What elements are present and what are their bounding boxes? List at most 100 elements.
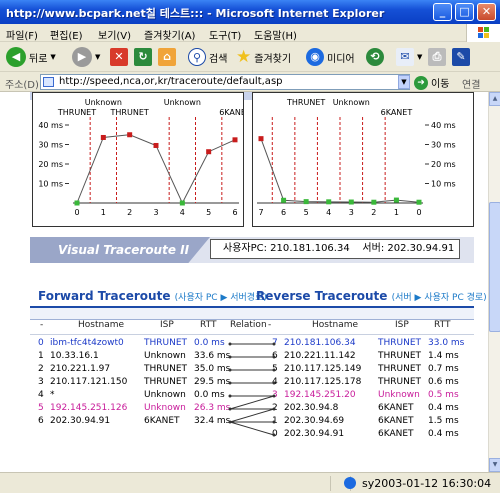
ip-info-box: 사용자PC: 210.181.106.34 서버: 202.30.94.91: [210, 239, 460, 259]
relation-link: [229, 395, 275, 410]
search-button[interactable]: ⚲ 검색: [188, 47, 227, 67]
minimize-button[interactable]: _: [433, 3, 452, 21]
relation-node: [272, 420, 276, 424]
page-content: 40 ms 30 ms 20 ms 10 ms 0 1 2 3 4 5 6 THRUNET Unknow…: [0, 92, 488, 472]
address-input[interactable]: http://speed,nca,or,kr/traceroute/defaul…: [40, 74, 410, 90]
relation-node: [228, 342, 232, 346]
fwd-hop-label: Unknown: [164, 98, 201, 107]
menu-file[interactable]: 파일(F): [6, 27, 38, 42]
rev-cell-isp: THRUNET: [378, 377, 422, 387]
rev-cell-rtt: 0.4 ms: [428, 403, 459, 413]
go-button[interactable]: ➜ 이동: [414, 75, 449, 90]
search-label: 검색: [209, 53, 228, 65]
rev-cell-host: 202.30.94.91: [284, 429, 345, 439]
rev-xtick-label: 6: [281, 208, 286, 217]
relation-connectors: [228, 342, 276, 437]
rev-cell-host: 210.181.106.34: [284, 338, 356, 348]
back-button[interactable]: ◀ 뒤로 ▼: [6, 47, 56, 67]
forward-title: Forward Traceroute (사용자 PC ▶ 서버경로): [38, 289, 267, 303]
rev-cell-rtt: 33.0 ms: [428, 338, 465, 348]
scroll-up-icon[interactable]: ▲: [489, 92, 500, 106]
vertical-scrollbar[interactable]: ▲ ▼: [488, 92, 500, 472]
rev-xtick-label: 4: [326, 208, 331, 217]
links-label[interactable]: 연결: [462, 76, 480, 91]
refresh-icon: ↻: [134, 48, 152, 66]
rev-data-point: [393, 197, 399, 203]
mail-button[interactable]: ✉ ▼: [396, 47, 422, 67]
relation-node: [272, 433, 276, 437]
rev-cell-host: 202.30.94.69: [284, 416, 345, 426]
address-dropdown-icon[interactable]: ▼: [398, 75, 410, 89]
window-title: http://www.bcpark.net칠 테스트::: - Microsof…: [6, 7, 385, 20]
rev-ytick-label: 20 ms: [431, 160, 456, 169]
home-button[interactable]: ⌂: [158, 47, 176, 67]
rev-col-isp: ISP: [395, 320, 409, 330]
relation-node: [272, 407, 276, 411]
go-arrow-icon: ➜: [414, 75, 428, 90]
search-icon: ⚲: [188, 48, 206, 66]
back-label: 뒤로: [29, 53, 48, 65]
fwd-data-point: [74, 200, 80, 206]
reverse-subtitle: (서버 ▶ 사용자 PC 경로): [391, 293, 487, 303]
print-button[interactable]: ⎙: [428, 47, 446, 67]
rev-col-hostname: Hostname: [312, 320, 359, 330]
banner-title: Visual Traceroute II: [58, 243, 190, 257]
rev-xtick-label: 3: [349, 208, 354, 217]
address-label: 주소(D): [5, 80, 39, 91]
relation-node: [228, 381, 232, 385]
media-label: 미디어: [327, 53, 355, 65]
rev-hop-label: THRUNET: [286, 98, 325, 107]
chevron-down-icon: ▼: [417, 53, 423, 61]
fwd-hop-label: THRUNET: [110, 108, 149, 117]
menu-edit[interactable]: 편집(E): [50, 27, 83, 42]
reverse-rtt-chart: 40 ms 30 ms 20 ms 10 ms 7 6 5 4 3 2 1 0 THRUNET Unkno…: [257, 98, 456, 217]
relation-node: [228, 368, 232, 372]
edit-button[interactable]: ✎: [452, 47, 470, 67]
rev-cell-isp: 6KANET: [378, 403, 414, 413]
scroll-thumb[interactable]: [489, 202, 500, 332]
rev-cell-rtt: 1.4 ms: [428, 351, 459, 361]
close-button[interactable]: ✕: [477, 3, 496, 21]
rev-cell-rtt: 1.5 ms: [428, 416, 459, 426]
stop-button[interactable]: ✕: [110, 47, 128, 67]
rev-xtick-label: 1: [394, 208, 399, 217]
rev-cell-isp: Unknown: [378, 390, 420, 400]
fwd-data-point: [206, 149, 212, 155]
maximize-button[interactable]: □: [455, 3, 474, 21]
media-button[interactable]: ◉ 미디어: [306, 47, 355, 67]
forward-button[interactable]: ▶ ▼: [72, 47, 100, 67]
status-bar: sy2003-01-12 16:30:04: [0, 472, 500, 493]
history-button[interactable]: ⟲: [366, 47, 384, 67]
rev-cell-host: 210.117.125.149: [284, 364, 362, 374]
relation-link: [229, 421, 275, 436]
internet-zone-icon: [344, 477, 356, 489]
menu-tools[interactable]: 도구(T): [209, 27, 241, 42]
rev-cell-host: 210.221.11.142: [284, 351, 356, 361]
rev-xtick-label: 7: [258, 208, 263, 217]
reverse-title: Reverse Traceroute (서버 ▶ 사용자 PC 경로): [256, 289, 487, 303]
menu-help[interactable]: 도움말(H): [254, 27, 297, 42]
fwd-col-isp: ISP: [160, 320, 174, 330]
reverse-title-text: Reverse Traceroute: [256, 289, 388, 303]
forward-subtitle: (사용자 PC ▶ 서버경로): [174, 293, 267, 303]
fwd-xtick-label: 5: [206, 208, 211, 217]
server-ip-label: 서버:: [362, 243, 385, 254]
windows-logo-icon: [466, 24, 500, 42]
relation-node: [228, 394, 232, 398]
rev-cell-rtt: 0.6 ms: [428, 377, 459, 387]
scroll-down-icon[interactable]: ▼: [489, 458, 500, 472]
menu-favorites[interactable]: 즐겨찾기(A): [144, 27, 195, 42]
rev-ytick-label: 10 ms: [431, 180, 456, 189]
refresh-button[interactable]: ↻: [134, 47, 152, 67]
rev-cell-host: 202.30.94.8: [284, 403, 339, 413]
forward-chart-panel: 40 ms 30 ms 20 ms 10 ms 0 1 2 3 4 5 6 THRUNET Unknow…: [32, 92, 251, 227]
rev-cell-isp: THRUNET: [378, 338, 422, 348]
chevron-down-icon: ▼: [95, 53, 101, 61]
mail-icon: ✉: [396, 48, 414, 66]
menu-view[interactable]: 보기(V): [98, 27, 131, 42]
table-header-band: [30, 306, 474, 320]
server-ip-value: 202.30.94.91: [387, 243, 455, 254]
fwd-col-index: -: [40, 320, 44, 330]
fwd-ytick-label: 20 ms: [38, 160, 63, 169]
favorites-button[interactable]: ★ 즐겨찾기: [236, 47, 291, 67]
